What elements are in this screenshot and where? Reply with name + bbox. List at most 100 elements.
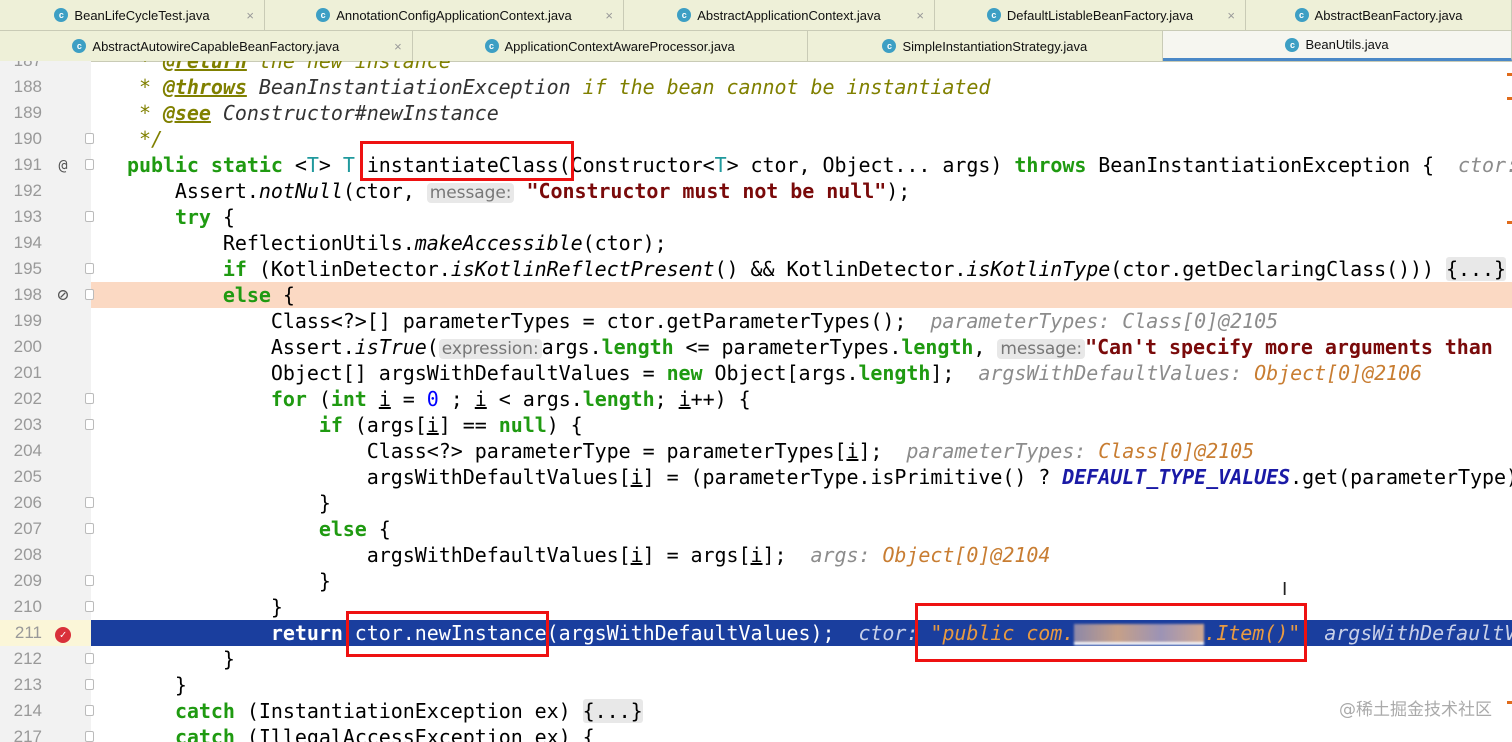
code-line[interactable]: 191 @ public static <T> T instantiateClas…: [0, 152, 1512, 178]
highlight-box-instantiate-class: [360, 141, 574, 181]
code-token: @return: [162, 61, 247, 73]
code-line[interactable]: 206 }: [0, 490, 1512, 516]
scrollbar-marker[interactable]: [1507, 701, 1512, 704]
code-line[interactable]: 200 Assert.isTrue(expression: args.length…: [0, 334, 1512, 360]
scrollbar-marker[interactable]: [1507, 73, 1512, 76]
breakpoint-line-highlight: [91, 282, 1512, 308]
code-line[interactable]: 202 for (int i = 0 ; i < args.length; i+…: [0, 386, 1512, 412]
watermark: @稀土掘金技术社区: [1339, 700, 1492, 720]
tab-beanutils[interactable]: c BeanUtils.java: [1163, 31, 1512, 61]
scrollbar-marker[interactable]: [1507, 221, 1512, 224]
code-editor[interactable]: 187 * @return the new instance188 * @thr…: [0, 61, 1512, 742]
line-number: 211: [14, 623, 42, 642]
code-line[interactable]: 199 Class<?>[] parameterTypes = ctor.get…: [0, 308, 1512, 334]
code-text: catch (InstantiationException ex) {...}: [79, 698, 643, 724]
folded-block[interactable]: {...}: [582, 699, 643, 723]
code-token: if the bean cannot be instantiated: [570, 75, 991, 99]
code-line[interactable]: 190 */: [0, 126, 1512, 152]
highlight-box-ctor-value: [915, 603, 1307, 662]
tab-annotationconfigapplicationcontext[interactable]: c AnnotationConfigApplicationContext.java…: [265, 0, 624, 30]
code-line[interactable]: 204 Class<?> parameterType = parameterTy…: [0, 438, 1512, 464]
code-token: args.: [541, 335, 602, 359]
close-icon[interactable]: ×: [394, 39, 402, 54]
code-line[interactable]: 195 if (KotlinDetector.isKotlinReflectPr…: [0, 256, 1512, 282]
code-line[interactable]: 207 else {: [0, 516, 1512, 542]
code-token: }: [79, 647, 235, 671]
keyword: else: [222, 283, 271, 307]
line-number: 205: [13, 467, 42, 486]
highlight-box-new-instance: [346, 611, 549, 657]
keyword: for: [270, 387, 307, 411]
close-icon[interactable]: ×: [605, 8, 613, 23]
keyword: length: [901, 335, 974, 359]
tab-defaultlistablebeanfactory[interactable]: c DefaultListableBeanFactory.java ×: [935, 0, 1246, 30]
code-token: i: [750, 543, 763, 567]
code-line[interactable]: 192 Assert.notNull(ctor, message: "Const…: [0, 178, 1512, 204]
code-token: i: [846, 439, 859, 463]
code-token: Constructor#newInstance: [210, 101, 499, 125]
code-token: Class<?>[] parameterTypes = ctor.getPara…: [79, 309, 931, 333]
tab-abstractbeanfactory[interactable]: c AbstractBeanFactory.java: [1246, 0, 1512, 30]
class-icon: c: [882, 39, 897, 53]
line-number: 210: [13, 597, 42, 616]
line-number: 203: [13, 415, 42, 434]
code-line[interactable]: 208 argsWithDefaultValues[i] = args[i]; …: [0, 542, 1512, 568]
code-line[interactable]: 187 * @return the new instance: [0, 61, 1512, 74]
code-line[interactable]: 217 catch (IllegalAccessException ex) {: [0, 724, 1512, 742]
code-token: @see: [162, 101, 211, 125]
line-number: 189: [13, 103, 42, 122]
code-token: }: [79, 569, 331, 593]
code-token: ,: [973, 335, 998, 359]
code-line[interactable]: 188 * @throws BeanInstantiationException…: [0, 74, 1512, 100]
code-line[interactable]: 194 ReflectionUtils.makeAccessible(ctor)…: [0, 230, 1512, 256]
parameter-hint: message:: [997, 339, 1086, 359]
scrollbar-marker[interactable]: [1507, 97, 1512, 100]
keyword: public static: [126, 153, 283, 177]
code-line[interactable]: 189 * @see Constructor#newInstance: [0, 100, 1512, 126]
code-line[interactable]: 203 if (args[i] == null) {: [0, 412, 1512, 438]
tab-simpleinstantiationstrategy[interactable]: c SimpleInstantiationStrategy.java: [808, 31, 1164, 61]
code-token: Assert.: [79, 179, 259, 203]
tab-applicationcontextawareprocessor[interactable]: c ApplicationContextAwareProcessor.java: [413, 31, 808, 61]
code-token: .get(parameterType): [1290, 465, 1512, 489]
disabled-breakpoint-icon[interactable]: ⊘: [54, 285, 72, 305]
code-text: */: [79, 126, 163, 152]
folded-block[interactable]: {...}: [1446, 257, 1506, 281]
code-token: ];: [762, 543, 811, 567]
tab-abstractapplicationcontext[interactable]: c AbstractApplicationContext.java ×: [624, 0, 935, 30]
code-line[interactable]: 193 try {: [0, 204, 1512, 230]
code-token: < args.: [486, 387, 583, 411]
tab-bar-row-2: c AbstractAutowireCapableBeanFactory.java…: [0, 31, 1512, 62]
code-token: makeAccessible: [414, 231, 583, 255]
tab-abstractautowirecapablebeanfactory[interactable]: c AbstractAutowireCapableBeanFactory.java…: [0, 31, 413, 61]
code-text: else {: [79, 516, 391, 542]
close-icon[interactable]: ×: [1227, 8, 1235, 23]
code-line[interactable]: 201 Object[] argsWithDefaultValues = new…: [0, 360, 1512, 386]
code-line[interactable]: 214 catch (InstantiationException ex) {.…: [0, 698, 1512, 724]
code-token: ];: [930, 361, 979, 385]
code-token: *: [79, 101, 163, 125]
code-token: argsWithDefaultValues[: [79, 543, 631, 567]
debug-value: parameterTypes: Class[0]@2105: [930, 309, 1279, 333]
tab-beanlifecycletest[interactable]: c BeanLifeCycleTest.java ×: [0, 0, 265, 30]
code-token: i: [426, 413, 439, 437]
code-token: }: [1506, 257, 1512, 281]
code-token: i: [630, 543, 643, 567]
code-token: Assert.: [79, 335, 355, 359]
code-line[interactable]: 213 }: [0, 672, 1512, 698]
code-line[interactable]: 198 ⊘ else {: [0, 282, 1512, 308]
override-marker-icon[interactable]: @: [54, 155, 72, 175]
class-icon: c: [72, 39, 87, 53]
close-icon[interactable]: ×: [916, 8, 924, 23]
code-line[interactable]: 205 argsWithDefaultValues[i] = (paramete…: [0, 464, 1512, 490]
code-text: Assert.notNull(ctor, message: "Construct…: [79, 178, 910, 206]
class-icon: c: [986, 8, 1001, 22]
breakpoint-icon[interactable]: ✓: [54, 623, 72, 643]
line-number: 200: [13, 337, 42, 356]
close-icon[interactable]: ×: [246, 8, 254, 23]
code-token: > ctor, Object... args): [726, 153, 1015, 177]
line-number: 212: [13, 649, 42, 668]
